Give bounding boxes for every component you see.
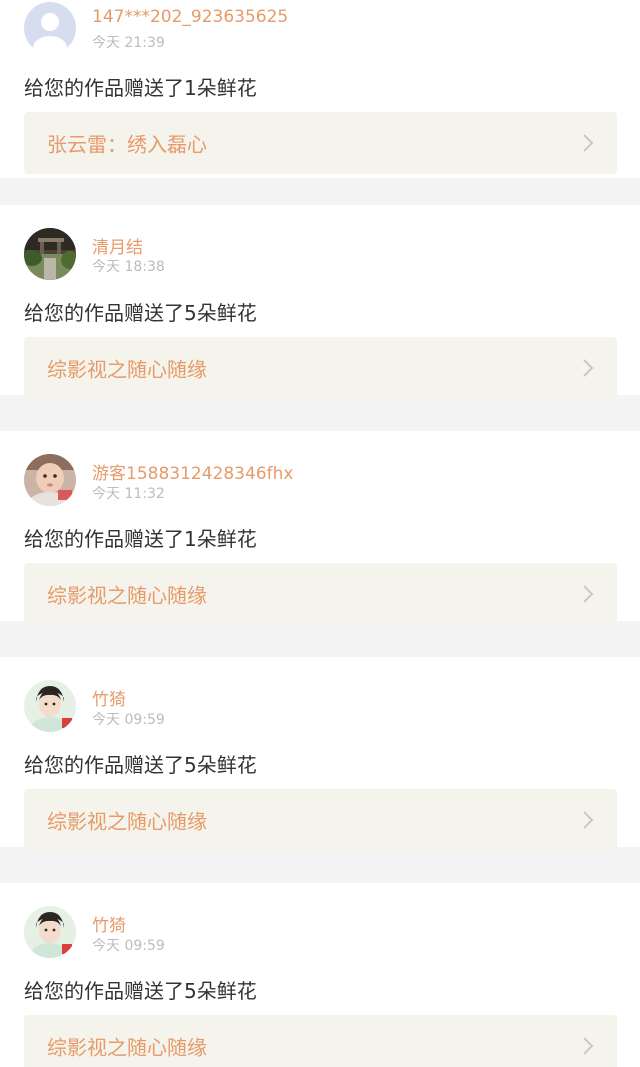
timestamp: 今天 09:59	[92, 712, 165, 728]
work-link[interactable]: 综影视之随心随缘	[24, 1015, 617, 1067]
work-title: 综影视之随心随缘	[47, 357, 207, 382]
gift-message: 给您的作品赠送了5朵鲜花	[24, 301, 257, 325]
timestamp: 今天 18:38	[92, 259, 165, 275]
username[interactable]: 竹猗	[92, 911, 126, 936]
chevron-right-icon	[581, 1036, 595, 1056]
notification-card: 147***202_923635625 今天 21:39 给您的作品赠送了1朵鲜…	[0, 0, 640, 178]
chevron-right-icon	[581, 810, 595, 830]
timestamp: 今天 21:39	[92, 35, 165, 51]
gift-message: 给您的作品赠送了5朵鲜花	[24, 979, 257, 1003]
work-title: 综影视之随心随缘	[47, 1035, 207, 1060]
chevron-right-icon	[581, 584, 595, 604]
landscape-photo-avatar[interactable]	[24, 228, 76, 280]
username[interactable]: 147***202_923635625	[92, 7, 288, 27]
baby-photo-avatar[interactable]	[24, 454, 76, 506]
timestamp: 今天 11:32	[92, 486, 165, 502]
gift-message: 给您的作品赠送了1朵鲜花	[24, 527, 257, 551]
username[interactable]: 游客1588312428346fhx	[92, 459, 293, 484]
gift-message: 给您的作品赠送了1朵鲜花	[24, 76, 257, 100]
work-link[interactable]: 综影视之随心随缘	[24, 563, 617, 625]
chevron-right-icon	[581, 358, 595, 378]
portrait-photo-avatar[interactable]	[24, 680, 76, 732]
notification-card: 竹猗 今天 09:59 给您的作品赠送了5朵鲜花 综影视之随心随缘	[0, 657, 640, 851]
notification-card: 游客1588312428346fhx 今天 11:32 给您的作品赠送了1朵鲜花…	[0, 431, 640, 625]
username[interactable]: 竹猗	[92, 685, 126, 710]
gift-notification-feed: 147***202_923635625 今天 21:39 给您的作品赠送了1朵鲜…	[0, 0, 640, 1067]
username[interactable]: 清月结	[92, 233, 143, 258]
notification-card: 竹猗 今天 09:59 给您的作品赠送了5朵鲜花 综影视之随心随缘	[0, 883, 640, 1067]
work-title: 张云雷：绣入磊心	[47, 132, 207, 157]
work-title: 综影视之随心随缘	[47, 583, 207, 608]
gift-message: 给您的作品赠送了5朵鲜花	[24, 753, 257, 777]
portrait-photo-avatar[interactable]	[24, 906, 76, 958]
work-title: 综影视之随心随缘	[47, 809, 207, 834]
default-avatar-icon[interactable]	[24, 2, 76, 54]
timestamp: 今天 09:59	[92, 938, 165, 954]
work-link[interactable]: 张云雷：绣入磊心	[24, 112, 617, 174]
work-link[interactable]: 综影视之随心随缘	[24, 789, 617, 851]
chevron-right-icon	[581, 133, 595, 153]
work-link[interactable]: 综影视之随心随缘	[24, 337, 617, 399]
notification-card: 清月结 今天 18:38 给您的作品赠送了5朵鲜花 综影视之随心随缘	[0, 205, 640, 399]
